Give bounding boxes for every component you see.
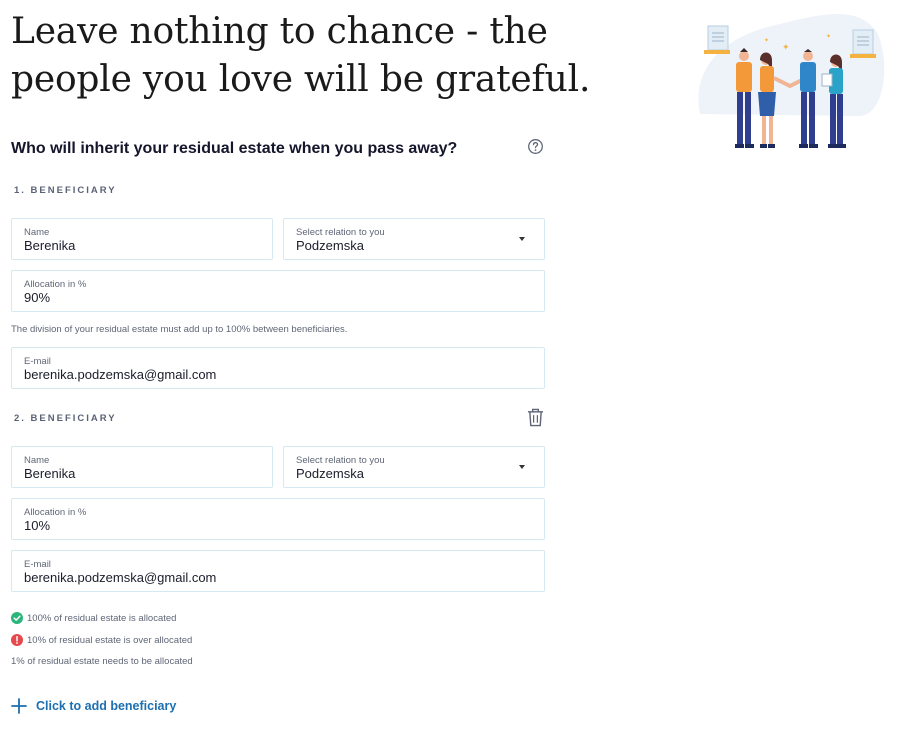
beneficiary-1-relation-select[interactable]: Select relation to you Podzemska [283,218,545,260]
people-illustration: ✦ ✦ ✦ [698,14,885,148]
beneficiary-2-name-field[interactable]: Name Berenika [11,446,273,488]
needs-allocation-status-text: 1% of residual estate needs to be alloca… [11,656,193,667]
over-allocated-status-text: 10% of residual estate is over allocated [27,634,193,646]
beneficiary-1-allocation-field[interactable]: Allocation in % 90% [11,270,545,312]
relation-select-value: Podzemska [296,238,364,253]
name-field-value: Berenika [24,238,76,253]
needs-allocation-status: 1% of residual estate needs to be alloca… [11,656,193,667]
exclamation-circle-icon [11,634,23,646]
name-field-value: Berenika [24,466,76,481]
beneficiary-2-allocation-field[interactable]: Allocation in % 10% [11,498,545,540]
svg-text:✦: ✦ [826,33,831,40]
allocation-hint: The division of your residual estate mus… [11,324,348,335]
beneficiary-1-email-field[interactable]: E-mail berenika.podzemska@gmail.com [11,347,545,389]
email-field-label: E-mail [24,356,51,367]
trash-icon[interactable] [527,408,544,427]
allocation-field-label: Allocation in % [24,279,87,290]
question-circle-icon[interactable] [527,138,544,155]
check-circle-icon [11,612,23,624]
beneficiary-1-label: 1. BENEFICIARY [14,185,117,196]
svg-text:✦: ✦ [764,37,769,44]
relation-select-label: Select relation to you [296,455,385,466]
svg-text:✦: ✦ [782,43,790,53]
beneficiary-2-relation-select[interactable]: Select relation to you Podzemska [283,446,545,488]
email-field-label: E-mail [24,559,51,570]
plus-icon [11,698,27,714]
name-field-label: Name [24,227,50,238]
allocated-status-text: 100% of residual estate is allocated [27,612,177,624]
name-field-label: Name [24,455,50,466]
add-beneficiary-label: Click to add beneficiary [36,699,177,713]
email-field-value: berenika.podzemska@gmail.com [24,570,217,585]
beneficiary-2-label: 2. BENEFICIARY [14,413,117,424]
relation-select-label: Select relation to you [296,227,385,238]
email-field-value: berenika.podzemska@gmail.com [24,367,217,382]
question-heading: Who will inherit your residual estate wh… [11,140,458,157]
beneficiary-2-email-field[interactable]: E-mail berenika.podzemska@gmail.com [11,550,545,592]
over-allocated-status: 10% of residual estate is over allocated [11,634,192,646]
allocation-field-value: 10% [24,518,51,533]
chevron-down-icon [519,465,525,469]
allocation-field-value: 90% [24,290,51,305]
relation-select-value: Podzemska [296,466,364,481]
beneficiary-1-name-field[interactable]: Name Berenika [11,218,273,260]
allocated-status: 100% of residual estate is allocated [11,612,176,624]
allocation-field-label: Allocation in % [24,507,87,518]
add-beneficiary-button[interactable]: Click to add beneficiary [11,698,176,714]
chevron-down-icon [519,237,525,241]
page-headline: Leave nothing to chance - the people you… [11,11,591,100]
